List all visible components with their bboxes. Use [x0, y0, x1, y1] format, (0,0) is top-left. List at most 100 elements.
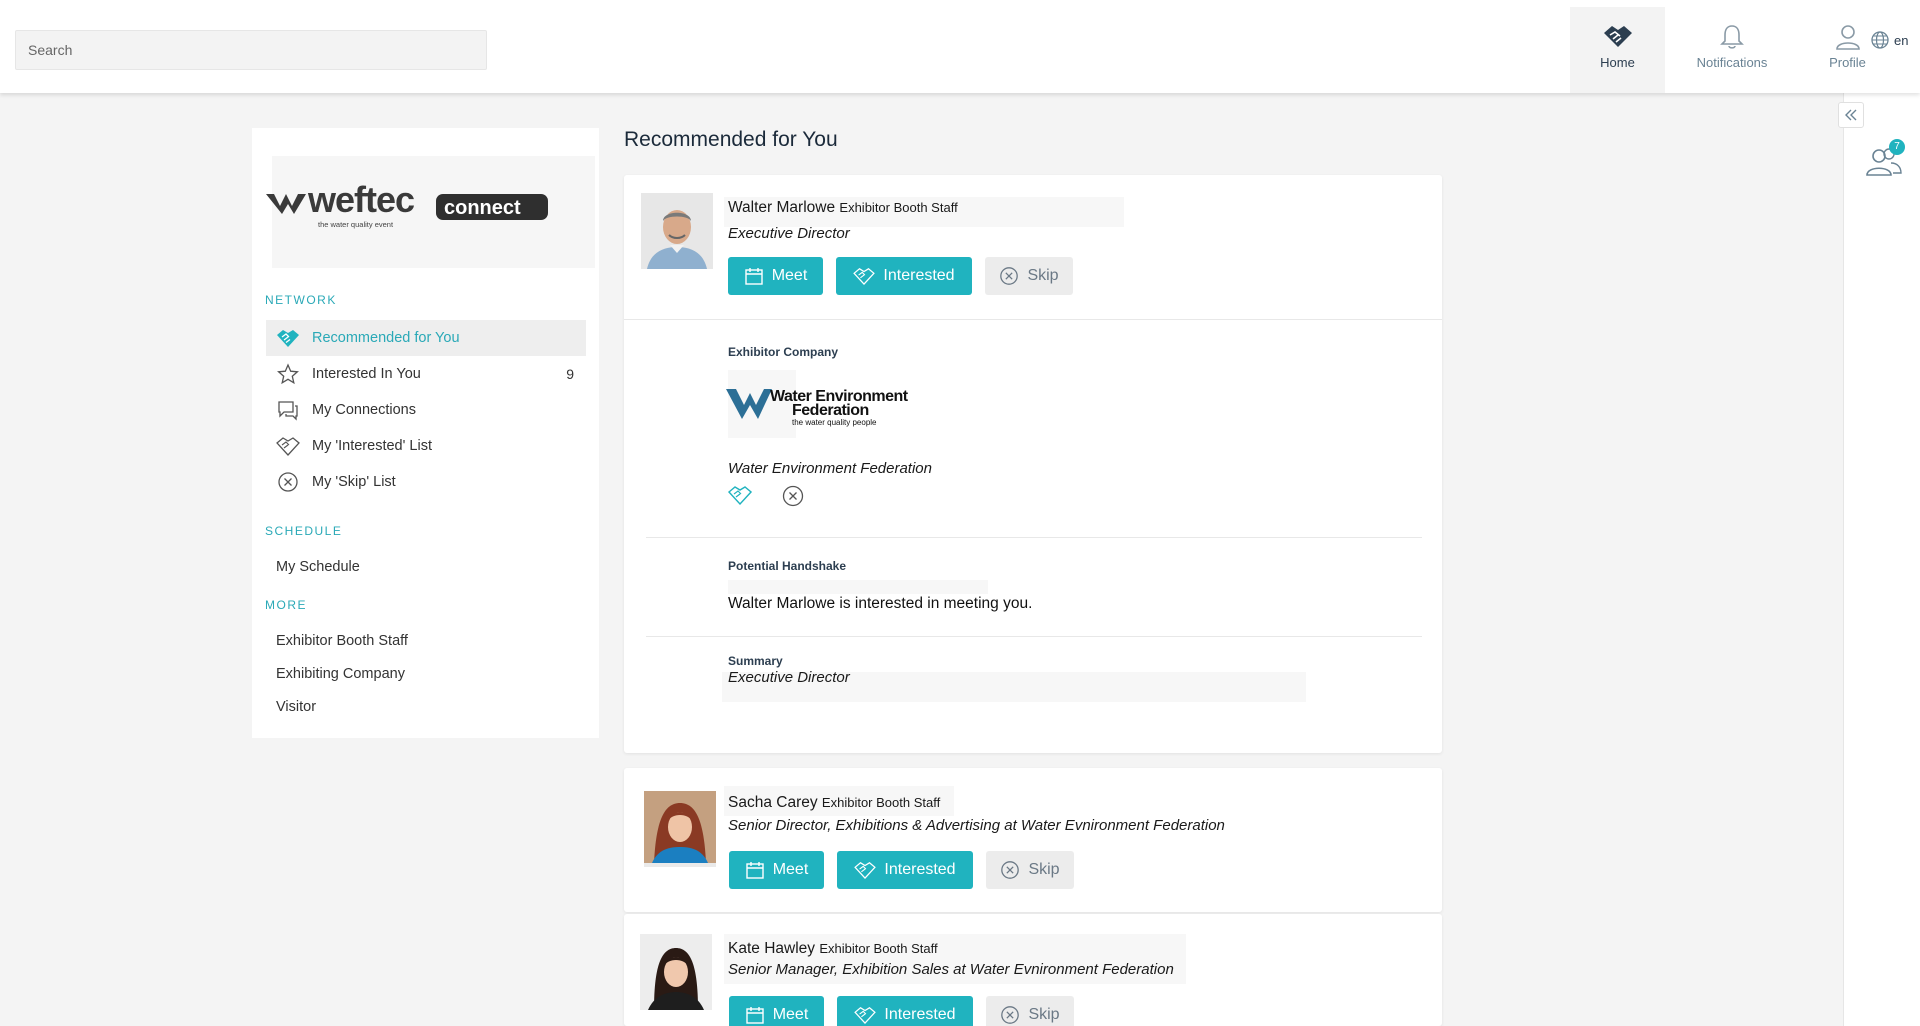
summary-label: Summary	[728, 654, 783, 668]
divider	[646, 636, 1422, 637]
interested-count: 9	[566, 366, 574, 382]
person-name[interactable]: Sacha Carey Exhibitor Booth Staff	[728, 794, 940, 812]
sidebar-item-label: Interested In You	[312, 366, 421, 382]
language-label: en	[1894, 32, 1909, 48]
sidebar-item-recommended[interactable]: Recommended for You	[266, 320, 586, 356]
nav-home-button[interactable]: Home	[1570, 7, 1665, 93]
skip-circle-icon	[276, 470, 300, 494]
divider	[646, 537, 1422, 538]
exhibitor-company-label: Exhibitor Company	[728, 345, 839, 359]
handshake-text: Walter Marlowe is interested in meeting …	[728, 595, 1033, 612]
sidebar-item-label: My Connections	[312, 402, 416, 418]
sidebar-item-skip-list[interactable]: My 'Skip' List	[266, 464, 586, 500]
person-card: Sacha Carey Exhibitor Booth Staff Senior…	[624, 768, 1442, 912]
double-chevron-left-icon	[1845, 109, 1857, 121]
sidebar-item-my-schedule[interactable]: My Schedule	[276, 559, 360, 575]
sidebar-item-label: Recommended for You	[312, 330, 460, 346]
collapse-rail-button[interactable]	[1838, 102, 1864, 128]
sidebar: weftec the water quality event connect N…	[252, 128, 599, 738]
language-selector[interactable]: en	[1870, 30, 1908, 50]
sidebar-item-my-connections[interactable]: My Connections	[266, 392, 586, 428]
contacts-button[interactable]: 7	[1865, 139, 1905, 181]
nav-notifications-label: Notifications	[1696, 55, 1768, 70]
interested-button[interactable]: Interested	[837, 851, 973, 889]
nav-home-label: Home	[1600, 55, 1635, 70]
summary-text: Executive Director	[728, 669, 850, 686]
skip-label: Skip	[1028, 861, 1060, 878]
meet-button[interactable]: Meet	[728, 257, 823, 295]
handshake-icon	[1603, 26, 1632, 47]
top-bar: Home Notifications Profile en	[0, 0, 1920, 93]
avatar	[641, 193, 713, 269]
wef-logo-line2: Federation	[792, 402, 869, 419]
sidebar-item-label: My 'Interested' List	[312, 438, 432, 454]
sidebar-item-exhibitor-booth-staff[interactable]: Exhibitor Booth Staff	[276, 633, 408, 649]
handshake-outline-icon	[853, 268, 876, 285]
contacts-badge: 7	[1889, 139, 1905, 155]
network-section-title: NETWORK	[265, 293, 337, 307]
sidebar-item-visitor[interactable]: Visitor	[276, 699, 316, 715]
right-rail	[1843, 93, 1920, 1026]
nav-profile-label: Profile	[1829, 55, 1866, 70]
nav-notifications-button[interactable]: Notifications	[1682, 7, 1782, 93]
skip-button[interactable]: Skip	[986, 996, 1074, 1026]
globe-icon	[1871, 31, 1889, 49]
meet-button[interactable]: Meet	[729, 996, 824, 1026]
page-title: Recommended for You	[624, 128, 838, 151]
featured-person-card: Walter Marlowe Exhibitor Booth Staff Exe…	[624, 175, 1442, 753]
skip-circle-icon	[1001, 1006, 1020, 1024]
divider	[624, 319, 1442, 320]
skip-button[interactable]: Skip	[985, 257, 1073, 295]
wef-logo: Water Environment Federation the water q…	[726, 388, 909, 427]
more-section-title: MORE	[265, 598, 307, 612]
wef-logo-tagline: the water quality people	[792, 418, 877, 427]
handshake-outline-icon	[854, 1007, 877, 1024]
meet-label: Meet	[771, 267, 808, 284]
person-role: Exhibitor Booth Staff	[819, 941, 938, 956]
search-input[interactable]	[15, 30, 487, 70]
person-name-text: Walter Marlowe	[728, 199, 836, 216]
weftec-connect-logo: weftec the water quality event connect	[266, 179, 548, 229]
calendar-icon	[746, 1007, 764, 1024]
person-role: Exhibitor Booth Staff	[839, 200, 958, 215]
logo-tagline: the water quality event	[318, 220, 394, 229]
potential-handshake-label: Potential Handshake	[728, 559, 847, 573]
person-name-text: Sacha Carey	[728, 794, 818, 811]
handshake-outline-icon	[276, 434, 300, 458]
sidebar-item-interested-list[interactable]: My 'Interested' List	[266, 428, 586, 464]
nav-profile-button[interactable]: Profile	[1800, 7, 1895, 93]
person-name-text: Kate Hawley	[728, 940, 816, 957]
calendar-icon	[746, 862, 764, 879]
avatar	[644, 791, 716, 867]
schedule-section-title: SCHEDULE	[265, 524, 343, 538]
sidebar-item-interested-in-you[interactable]: Interested In You 9	[266, 356, 586, 392]
star-icon	[276, 362, 300, 386]
logo-weftec-text: weftec	[307, 179, 414, 220]
meet-button[interactable]: Meet	[729, 851, 824, 889]
person-title: Senior Director, Exhibitions & Advertisi…	[728, 817, 1225, 834]
skip-circle-icon	[1000, 267, 1019, 285]
avatar	[640, 934, 712, 1010]
person-name[interactable]: Walter Marlowe Exhibitor Booth Staff	[728, 199, 958, 217]
person-title: Senior Manager, Exhibition Sales at Wate…	[728, 961, 1174, 978]
sidebar-item-exhibiting-company[interactable]: Exhibiting Company	[276, 666, 405, 682]
meet-label: Meet	[772, 861, 809, 878]
person-title: Executive Director	[728, 225, 850, 242]
handshake-icon	[276, 326, 300, 350]
interested-label: Interested	[883, 267, 955, 284]
company-skip-icon[interactable]	[782, 485, 804, 507]
bell-icon	[1720, 25, 1744, 49]
company-name[interactable]: Water Environment Federation	[728, 460, 932, 477]
company-interested-icon[interactable]	[728, 485, 752, 505]
logo-container: weftec the water quality event connect	[266, 156, 595, 268]
interested-label: Interested	[884, 861, 956, 878]
person-name[interactable]: Kate Hawley Exhibitor Booth Staff	[728, 940, 938, 958]
person-role: Exhibitor Booth Staff	[821, 795, 941, 810]
interested-button[interactable]: Interested	[837, 996, 973, 1026]
interested-button[interactable]: Interested	[836, 257, 972, 295]
skip-label: Skip	[1027, 267, 1059, 284]
calendar-icon	[745, 268, 763, 285]
skip-button[interactable]: Skip	[986, 851, 1074, 889]
chat-icon	[276, 398, 300, 422]
meet-label: Meet	[772, 1006, 809, 1023]
